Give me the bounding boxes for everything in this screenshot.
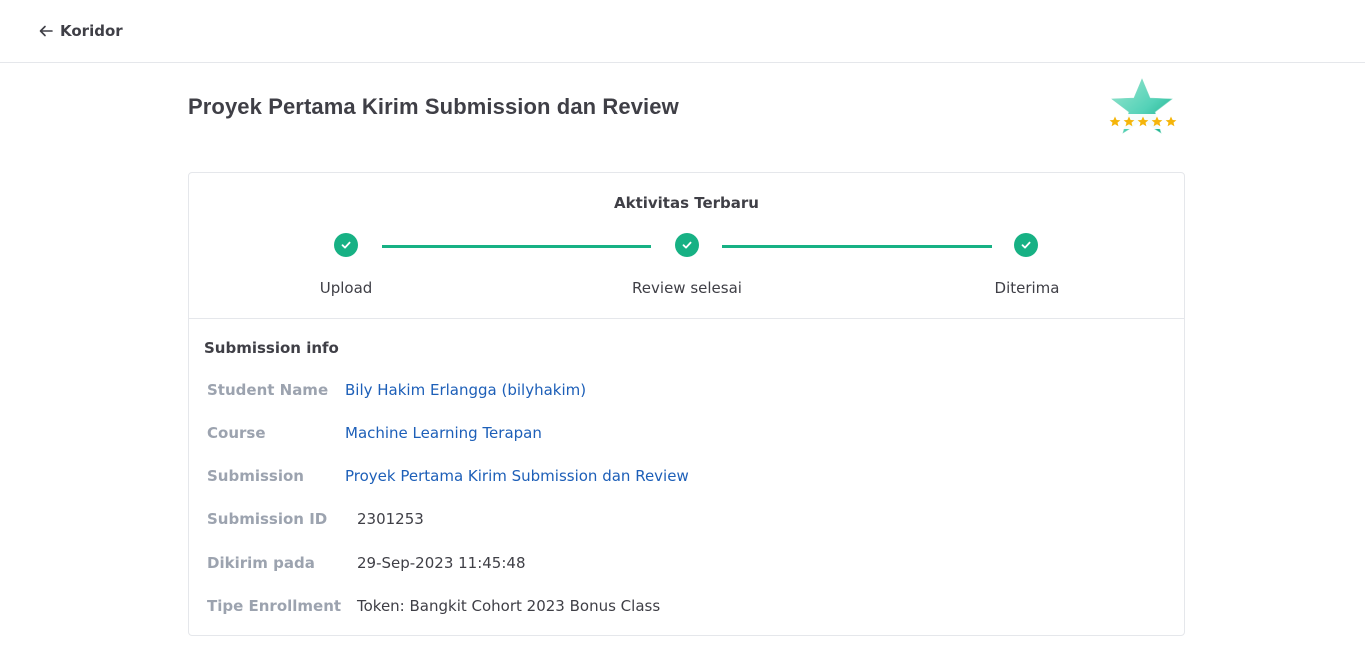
- step-review-check-icon: [675, 233, 699, 257]
- five-star-rating-badge-icon: [1106, 78, 1180, 134]
- top-bar: Koridor: [0, 0, 1365, 63]
- info-row-submission: Submission Proyek Pertama Kirim Submissi…: [207, 467, 1167, 489]
- course-link[interactable]: Machine Learning Terapan: [345, 424, 542, 442]
- step-accepted-check-icon: [1014, 233, 1038, 257]
- submission-id-value: 2301253: [357, 510, 424, 528]
- info-label: Submission ID: [207, 510, 328, 528]
- info-row-sent-at: Dikirim pada 29-Sep-2023 11:45:48: [207, 554, 1167, 576]
- info-label: Tipe Enrollment: [207, 597, 342, 615]
- info-label: Student Name: [207, 381, 329, 399]
- info-row-submission-id: Submission ID 2301253: [207, 510, 1167, 532]
- activity-title: Aktivitas Terbaru: [613, 194, 759, 212]
- info-row-enrollment-type: Tipe Enrollment Token: Bangkit Cohort 20…: [207, 597, 1167, 619]
- activity-section: Aktivitas Terbaru Upload Review selesai …: [189, 173, 1184, 319]
- submission-card: Aktivitas Terbaru Upload Review selesai …: [188, 172, 1185, 636]
- submission-link[interactable]: Proyek Pertama Kirim Submission dan Revi…: [345, 467, 689, 485]
- progress-line-review-accepted: [722, 245, 992, 248]
- info-row-course: Course Machine Learning Terapan: [207, 424, 1167, 446]
- step-label-upload: Upload: [319, 279, 373, 297]
- step-upload-check-icon: [334, 233, 358, 257]
- submission-info-title: Submission info: [204, 339, 339, 357]
- back-link-label: Koridor: [60, 22, 123, 40]
- info-row-student-name: Student Name Bily Hakim Erlangga (bilyha…: [207, 381, 1167, 403]
- enrollment-type-value: Token: Bangkit Cohort 2023 Bonus Class: [357, 597, 661, 615]
- step-label-accepted: Diterima: [994, 279, 1060, 297]
- info-label: Submission: [207, 467, 304, 485]
- step-label-review: Review selesai: [632, 279, 742, 297]
- info-label: Course: [207, 424, 266, 442]
- progress-line-upload-review: [382, 245, 651, 248]
- back-to-koridor-link[interactable]: Koridor: [38, 20, 123, 42]
- arrow-left-icon: [39, 25, 53, 37]
- info-label: Dikirim pada: [207, 554, 315, 572]
- student-name-link[interactable]: Bily Hakim Erlangga (bilyhakim): [345, 381, 586, 399]
- sent-at-value: 29-Sep-2023 11:45:48: [357, 554, 526, 572]
- page-title: Proyek Pertama Kirim Submission dan Revi…: [188, 94, 679, 119]
